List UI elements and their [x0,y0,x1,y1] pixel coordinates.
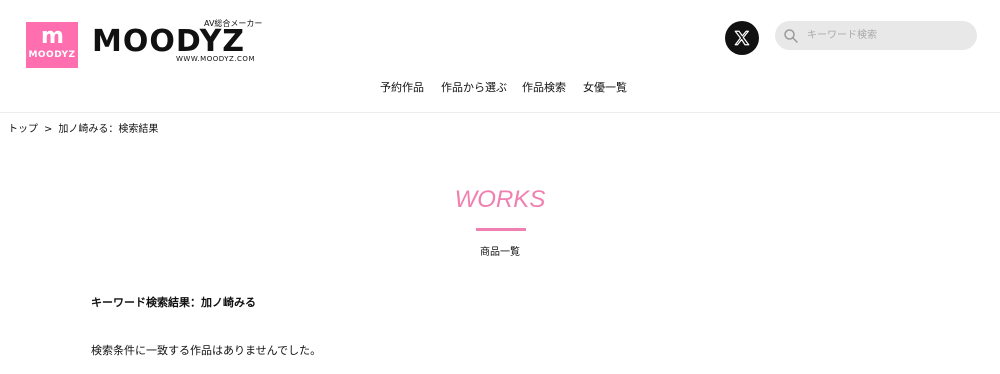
main-nav: 予約作品 作品から選ぶ 作品検索 女優一覧 [0,79,1000,97]
x-social-link[interactable] [725,21,759,55]
section-title-underline [476,228,526,231]
nav-item-work-search[interactable]: 作品検索 [522,79,566,95]
nav-item-actress-list[interactable]: 女優一覧 [583,79,627,95]
no-results-message: 検索条件に一致する作品はありませんでした。 [91,344,322,357]
section-subtitle: 商品一覧 [480,247,520,258]
breadcrumb-separator: > [44,124,53,135]
search-input[interactable] [807,23,967,48]
breadcrumb-home-link[interactable]: トップ [8,124,38,135]
logo-mark-letter: m [41,24,64,49]
logo-mark-word: MOODYZ [28,50,76,60]
search-result-heading: キーワード検索結果：加ノ崎みる [91,296,256,309]
nav-item-browse-works[interactable]: 作品から選ぶ [441,79,507,95]
section-title: WORKS [454,186,546,213]
breadcrumb-current: 加ノ崎みる：検索結果 [58,124,159,135]
x-logo-icon [734,30,750,46]
search-icon[interactable] [783,28,799,44]
logo-mark: m MOODYZ [26,22,78,68]
logo-url: WWW.MOODYZ.COM [176,55,255,63]
search-bar [775,21,977,50]
site-logo[interactable]: m MOODYZ AV総合メーカー MOODYZ WWW.MOODYZ.COM [26,18,266,68]
breadcrumb: トップ > 加ノ崎みる：検索結果 [8,120,158,135]
logo-wordmark: MOODYZ [92,24,246,59]
site-header: m MOODYZ AV総合メーカー MOODYZ WWW.MOODYZ.COM … [0,0,1000,113]
nav-item-preorder[interactable]: 予約作品 [380,79,424,95]
